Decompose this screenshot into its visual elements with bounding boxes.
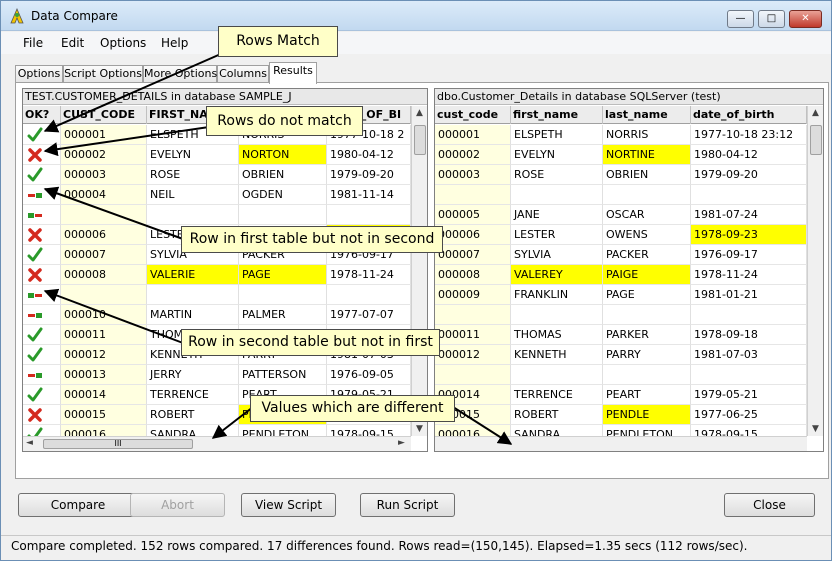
- callout-row-first-only: Row in first table but not in second: [181, 226, 443, 253]
- data-compare-window: Data Compare — □ ✕ File Edit Options Hel…: [0, 0, 832, 561]
- callout-rows-match: Rows Match: [218, 26, 338, 57]
- callout-values-different: Values which are different: [250, 395, 455, 422]
- callout-row-second-only: Row in second table but not in first: [181, 329, 440, 356]
- callout-arrows: [43, 52, 513, 445]
- callout-rows-do-not-match: Rows do not match: [206, 106, 363, 136]
